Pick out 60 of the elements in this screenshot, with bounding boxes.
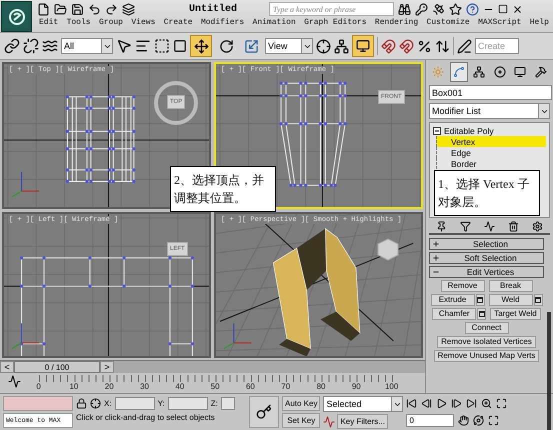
menu-item[interactable]: Edit (39, 18, 58, 32)
edit-vertices-button[interactable]: Remove Unused Map Verts (434, 350, 540, 362)
menu-item[interactable]: Group (98, 18, 123, 32)
coordinate-system-dropdown[interactable]: View (265, 38, 313, 54)
search-field[interactable]: Type a keyword or phrase (269, 2, 394, 16)
time-slider-thumb[interactable]: 0 / 100 (14, 361, 100, 373)
set-key-button[interactable]: Set Key (282, 413, 320, 428)
edit-vertices-button[interactable]: Break (488, 280, 532, 292)
frame-tick-label: 10 (68, 382, 80, 391)
menu-item[interactable]: Graph Editors (304, 18, 367, 32)
menu-item[interactable]: Create (164, 18, 193, 32)
stack-item[interactable]: Editable Poly (433, 125, 546, 136)
selection-filter-dropdown[interactable]: All (61, 38, 113, 54)
auto-key-button[interactable]: Auto Key (282, 396, 320, 411)
next-frame-button[interactable]: > (100, 361, 114, 373)
frame-tick-label: 40 (174, 382, 186, 391)
frame-tick-label: 50 (210, 382, 221, 391)
previous-frame-button[interactable]: < (0, 361, 14, 373)
key-filters-button[interactable]: Key Filters... (337, 414, 388, 429)
stack-sub-object[interactable]: Vertex (436, 136, 546, 147)
frame-tick-label: 70 (280, 382, 292, 391)
frame-tick-label: 20 (104, 382, 115, 391)
current-frame-field[interactable]: 0 (406, 414, 454, 426)
named-selection-field[interactable]: Create (475, 38, 519, 54)
menu-item[interactable]: Animation (252, 18, 296, 32)
stack-sub-object[interactable]: Border (436, 158, 546, 169)
annotation-callout: 1、选择 Vertex 子对象层。 (434, 170, 540, 216)
modifier-list-dropdown[interactable]: Modifier List (429, 103, 550, 119)
rollout-header[interactable]: Soft Selection (429, 252, 544, 264)
annotation-callout: 2、选择顶点，并调整其位置。 (170, 166, 276, 212)
status-prompt: Click or click-and-drag to select objects (76, 413, 216, 422)
coordinate-label: Z: (210, 398, 218, 408)
menu-item[interactable]: Tools (66, 18, 91, 32)
frame-tick-label: 90 (350, 382, 362, 391)
edit-vertices-button[interactable]: Target Weld (490, 308, 541, 320)
stack-sub-object[interactable]: Edge (436, 147, 546, 158)
rollout-header[interactable]: Edit Vertices (429, 266, 544, 278)
menu-item[interactable]: Views (131, 18, 156, 32)
edit-vertices-button[interactable]: Remove Isolated Vertices (437, 336, 536, 348)
menu-item[interactable]: Rendering (374, 18, 418, 32)
frame-tick-label: 0 (35, 382, 42, 391)
edit-vertices-button[interactable]: Remove (440, 280, 484, 292)
menu-item[interactable]: MAXScript (478, 18, 522, 32)
menu-item[interactable]: Help (530, 18, 549, 32)
rollout-header[interactable]: Selection (429, 238, 544, 250)
frame-tick-label: 80 (316, 382, 326, 391)
menu-item[interactable]: Customize (426, 18, 470, 32)
frame-tick-label: 100 (384, 382, 400, 391)
frame-tick-label: 60 (244, 382, 256, 391)
menu-item[interactable]: Modifiers (200, 18, 244, 32)
object-name-field[interactable]: Box001 (429, 85, 552, 100)
frame-tick-label: 30 (139, 382, 150, 391)
window-title: Untitled (189, 4, 238, 15)
edit-vertices-button[interactable]: Weld (488, 294, 532, 306)
coordinate-label: X: (104, 398, 112, 408)
coordinate-label: Y: (158, 398, 165, 408)
key-mode-dropdown[interactable]: Selected (323, 396, 404, 412)
edit-vertices-button[interactable]: Chamfer (432, 308, 476, 320)
edit-vertices-button[interactable]: Connect (464, 322, 508, 334)
edit-vertices-button[interactable]: Extrude (430, 294, 474, 306)
